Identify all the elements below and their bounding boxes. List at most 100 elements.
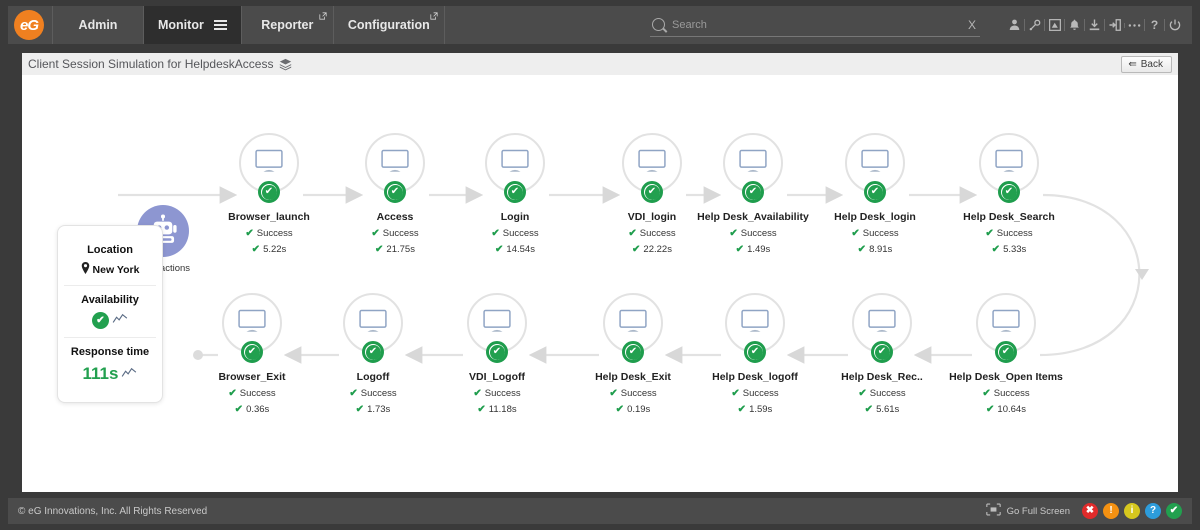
node-name: Login xyxy=(500,211,530,223)
node-ring[interactable]: ✔ xyxy=(343,293,403,363)
node-time-row: ✔ 1.49s xyxy=(688,244,818,255)
power-icon[interactable] xyxy=(1164,19,1184,31)
node-status-text: Success xyxy=(639,228,676,239)
node-ring[interactable]: ✔ xyxy=(845,133,905,203)
node-ring[interactable]: ✔ xyxy=(622,133,682,203)
node-name: Browser_Exit xyxy=(218,371,286,383)
node-ring[interactable]: ✔ xyxy=(485,133,545,203)
response-time-graph-icon[interactable] xyxy=(121,367,137,382)
help-icon[interactable]: ? xyxy=(1144,19,1164,31)
node-ring[interactable]: ✔ xyxy=(979,133,1039,203)
more-icon[interactable] xyxy=(1124,22,1144,28)
node-name: Help Desk_Open Items xyxy=(949,371,1063,383)
time-check-icon: ✔ xyxy=(615,404,625,415)
flow-node[interactable]: ✔ Help Desk_Search ✔ Success ✔ 5.33s xyxy=(944,133,1074,255)
node-status-icon: ✔ xyxy=(998,181,1020,203)
time-check-icon: ✔ xyxy=(251,244,261,255)
flow-node[interactable]: ✔ Logoff ✔ Success ✔ 1.73s xyxy=(308,293,438,415)
download-icon[interactable] xyxy=(1084,19,1104,31)
time-check-icon: ✔ xyxy=(864,404,874,415)
severity-unknown[interactable]: ? xyxy=(1145,503,1161,519)
flow-node[interactable]: ✔ Help Desk_logoff ✔ Success ✔ 1.59s xyxy=(690,293,820,415)
node-ring[interactable]: ✔ xyxy=(976,293,1036,363)
node-status-text: Success xyxy=(256,228,293,239)
node-ring[interactable]: ✔ xyxy=(365,133,425,203)
search-clear-button[interactable]: X xyxy=(964,18,980,32)
link-icon[interactable] xyxy=(1024,19,1044,31)
node-status-icon: ✔ xyxy=(622,341,644,363)
nav-tab-monitor[interactable]: Monitor xyxy=(144,6,242,44)
status-check-icon: ✔ xyxy=(729,228,738,239)
back-button-label: Back xyxy=(1140,58,1163,70)
login-icon[interactable] xyxy=(1104,19,1124,31)
nav-tab-reporter[interactable]: Reporter xyxy=(242,6,334,44)
layers-icon[interactable] xyxy=(279,58,292,71)
time-check-icon: ✔ xyxy=(632,244,641,255)
availability-heading: Availability xyxy=(81,294,139,306)
hamburger-menu-icon[interactable] xyxy=(213,20,227,30)
back-button[interactable]: ⇚ Back xyxy=(1121,55,1172,73)
node-ring[interactable]: ✔ xyxy=(222,293,282,363)
flow-node[interactable]: ✔ Browser_Exit ✔ Success ✔ 0.36s xyxy=(187,293,317,415)
severity-critical[interactable]: ✖ xyxy=(1082,503,1098,519)
user-icon[interactable] xyxy=(1004,19,1024,31)
time-check-icon: ✔ xyxy=(477,404,486,415)
node-name: Help Desk_Exit xyxy=(595,371,671,383)
status-check-icon: ✔ xyxy=(731,388,740,399)
footer-bar: © eG Innovations, Inc. All Rights Reserv… xyxy=(8,498,1192,524)
monitor-icon xyxy=(501,149,529,172)
dashboard-icon[interactable] xyxy=(1044,19,1064,31)
flow-node[interactable]: ✔ Help Desk_login ✔ Success ✔ 8.91s xyxy=(810,133,940,255)
severity-normal[interactable]: ✔ xyxy=(1166,503,1182,519)
node-time-row: ✔ 5.61s xyxy=(817,404,947,415)
node-ring[interactable]: ✔ xyxy=(852,293,912,363)
node-status-row: ✔ Success xyxy=(187,388,317,399)
flow-node[interactable]: ✔ Help Desk_Availability ✔ Success ✔ 1.49s xyxy=(688,133,818,255)
monitor-icon xyxy=(619,309,647,332)
availability-graph-icon[interactable] xyxy=(112,313,128,328)
node-status-icon: ✔ xyxy=(486,341,508,363)
nav-tab-admin[interactable]: Admin xyxy=(52,6,144,44)
node-name: Help Desk_Availability xyxy=(697,211,809,223)
go-full-screen-button[interactable]: Go Full Screen xyxy=(985,503,1070,519)
search-box[interactable]: X xyxy=(650,13,980,37)
flow-node[interactable]: ✔ Login ✔ Success ✔ 14.54s xyxy=(450,133,580,255)
time-check-icon: ✔ xyxy=(495,244,504,255)
location-value: New York xyxy=(92,263,140,276)
search-input[interactable] xyxy=(672,18,964,31)
node-ring[interactable]: ✔ xyxy=(725,293,785,363)
status-check-icon: ✔ xyxy=(349,388,358,399)
time-check-icon: ✔ xyxy=(986,404,995,415)
flow-node[interactable]: ✔ Help Desk_Exit ✔ Success ✔ 0.19s xyxy=(568,293,698,415)
nav-tab-label: Reporter xyxy=(261,18,314,32)
node-name: VDI_Logoff xyxy=(469,371,525,383)
eg-logo[interactable]: eG xyxy=(14,10,44,40)
node-ring[interactable]: ✔ xyxy=(603,293,663,363)
page-title: Client Session Simulation for HelpdeskAc… xyxy=(28,57,274,71)
node-time-row: ✔ 0.19s xyxy=(568,404,698,415)
node-status-text: Success xyxy=(484,388,521,399)
node-ring[interactable]: ✔ xyxy=(239,133,299,203)
status-check-icon: ✔ xyxy=(473,388,482,399)
severity-major[interactable]: ! xyxy=(1103,503,1119,519)
node-status-text: Success xyxy=(740,228,777,239)
location-section: Location New York xyxy=(64,236,156,285)
node-name: Logoff xyxy=(356,371,390,383)
node-ring[interactable]: ✔ xyxy=(467,293,527,363)
node-status-text: Success xyxy=(869,388,906,399)
status-check-icon: ✔ xyxy=(228,388,237,399)
location-value-row: New York xyxy=(64,262,156,277)
status-check-icon: ✔ xyxy=(491,228,500,239)
bell-icon[interactable] xyxy=(1064,19,1084,31)
flow-node[interactable]: ✔ Help Desk_Rec.. ✔ Success ✔ 5.61s xyxy=(817,293,947,415)
flow-node[interactable]: ✔ Help Desk_Open Items ✔ Success ✔ 10.64s xyxy=(941,293,1071,415)
node-time-text: 5.22s xyxy=(263,244,287,255)
severity-minor[interactable]: i xyxy=(1124,503,1140,519)
nav-tab-configuration[interactable]: Configuration xyxy=(334,6,445,44)
flow-node[interactable]: ✔ Access ✔ Success ✔ 21.75s xyxy=(330,133,460,255)
node-status-row: ✔ Success xyxy=(941,388,1071,399)
flow-node[interactable]: ✔ Browser_launch ✔ Success ✔ 5.22s xyxy=(204,133,334,255)
node-time-text: 14.54s xyxy=(506,244,535,255)
node-ring[interactable]: ✔ xyxy=(723,133,783,203)
flow-node[interactable]: ✔ VDI_Logoff ✔ Success ✔ 11.18s xyxy=(432,293,562,415)
